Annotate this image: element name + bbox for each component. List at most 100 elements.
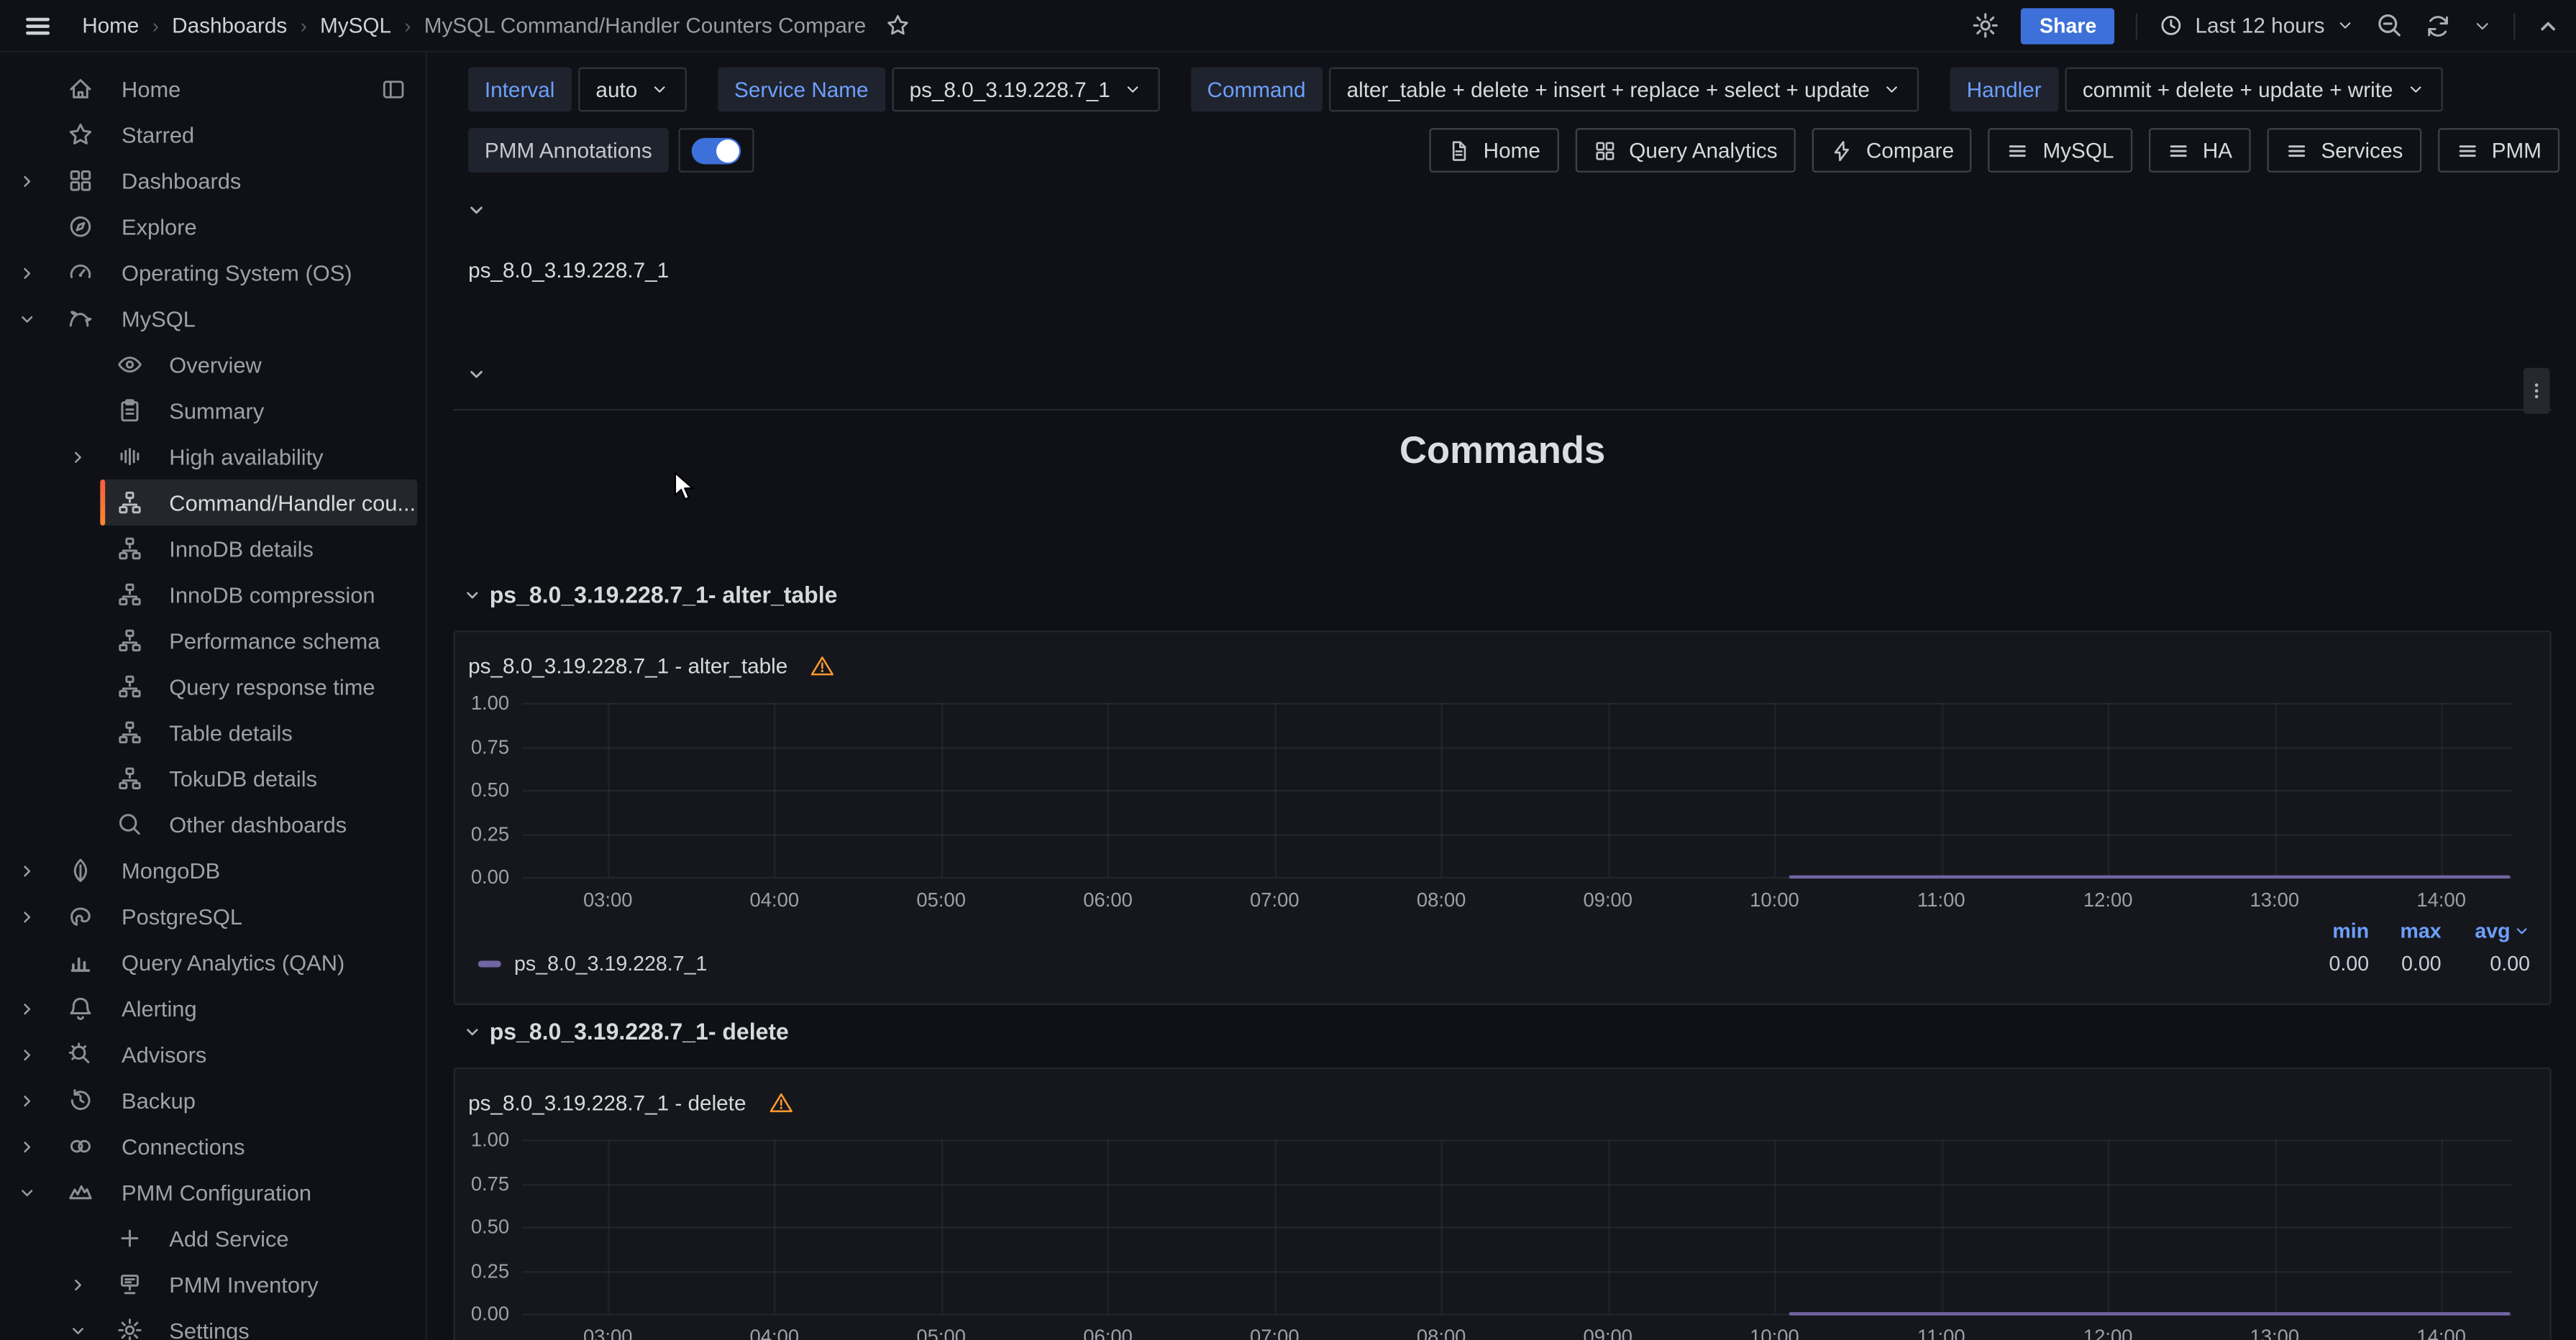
row-collapse-chevron[interactable]: [467, 201, 486, 220]
refresh-icon[interactable]: [2425, 12, 2452, 39]
house-icon: [68, 75, 94, 102]
sidebar-item-alerting[interactable]: Alerting: [0, 986, 426, 1032]
leaf-icon: [68, 857, 94, 884]
sidebar-item-add-service[interactable]: Add Service: [0, 1215, 426, 1261]
sidebar-item-command-handler-cou[interactable]: Command/Handler cou...: [0, 479, 426, 526]
sidebar-item-high-availability[interactable]: High availability: [0, 433, 426, 479]
sidebar-item-label: PMM Inventory: [169, 1272, 318, 1296]
filter-value: commit + delete + update + write: [2083, 77, 2393, 101]
gear-icon[interactable]: [1972, 12, 2000, 40]
chart-plot-area[interactable]: [522, 703, 2511, 877]
sidebar-item-label: Backup: [122, 1088, 196, 1112]
zoomout-icon: [2375, 12, 2403, 40]
panel-header[interactable]: ps_8.0_3.19.228.7_1 - alter_table: [455, 633, 2550, 685]
warning-icon[interactable]: [769, 1090, 793, 1114]
x-axis-tick: 14:00: [2416, 889, 2466, 912]
cog-icon: [117, 1317, 143, 1340]
chevdown-icon: [18, 310, 36, 328]
chevron-down-icon[interactable]: [2472, 16, 2492, 35]
row-collapse-chevron[interactable]: [467, 364, 486, 384]
x-axis-tick: 11:00: [1917, 1326, 1965, 1340]
sidebar-item-pmm-configuration[interactable]: PMM Configuration: [0, 1170, 426, 1216]
sidebar-item-performance-schema[interactable]: Performance schema: [0, 618, 426, 664]
link-button-label: Compare: [1866, 138, 1954, 162]
link-button-pmm[interactable]: PMM: [2437, 128, 2559, 173]
link-button-label: HA: [2203, 138, 2232, 162]
apps-icon: [68, 168, 94, 194]
filter-value-dropdown[interactable]: commit + delete + update + write: [2065, 68, 2442, 112]
y-axis-tick: 0.75: [455, 735, 509, 758]
sidebar-item-connections[interactable]: Connections: [0, 1124, 426, 1170]
sidebar-item-other-dashboards[interactable]: Other dashboards: [0, 802, 426, 848]
chevron-up-icon[interactable]: [2536, 14, 2559, 37]
sidebar-item-backup[interactable]: Backup: [0, 1078, 426, 1124]
refresh-icon: [2425, 12, 2452, 39]
sidebar-item-label: Other dashboards: [169, 812, 347, 837]
link-button-query-analytics[interactable]: Query Analytics: [1575, 128, 1796, 173]
breadcrumb-item-home[interactable]: Home: [82, 13, 139, 37]
compass-icon: [68, 214, 94, 240]
star-icon[interactable]: [886, 13, 910, 37]
filter-handler: Handler commit + delete + update + write: [1950, 68, 2442, 112]
x-axis-tick: 08:00: [1417, 889, 1466, 912]
commands-title: Commands: [454, 410, 2552, 473]
section-header-0[interactable]: ps_8.0_3.19.228.7_1- alter_table: [463, 582, 837, 608]
panel-header[interactable]: ps_8.0_3.19.228.7_1 - delete: [455, 1069, 2550, 1121]
sidebar-item-label: Explore: [122, 214, 197, 239]
sidebar-item-advisors[interactable]: Advisors: [0, 1032, 426, 1078]
filter-value-dropdown[interactable]: ps_8.0_3.19.228.7_1: [892, 68, 1160, 112]
filter-label: Handler: [1950, 68, 2058, 112]
link-button-services[interactable]: Services: [2267, 128, 2421, 173]
filter-value-dropdown[interactable]: alter_table + delete + insert + replace …: [1329, 68, 1919, 112]
sidebar-item-innodb-details[interactable]: InnoDB details: [0, 526, 426, 572]
chart-plot-area[interactable]: [522, 1139, 2511, 1313]
sidebar-item-dashboards[interactable]: Dashboards: [0, 157, 426, 203]
link-button-home[interactable]: Home: [1429, 128, 1558, 173]
legend-column-max[interactable]: max: [2369, 914, 2442, 945]
section-header-1[interactable]: ps_8.0_3.19.228.7_1- delete: [463, 1018, 789, 1045]
sidebar-item-overview[interactable]: Overview: [0, 341, 426, 387]
apps-icon: [1593, 139, 1616, 162]
breadcrumb-item-mysql[interactable]: MySQL: [320, 13, 391, 37]
sidebar-item-operating-system-os[interactable]: Operating System (OS): [0, 249, 426, 295]
filter-value: auto: [595, 77, 637, 101]
x-axis-tick: 04:00: [750, 889, 800, 912]
filter-value-dropdown[interactable]: auto: [577, 68, 686, 112]
sidebar-item-mysql[interactable]: MySQL: [0, 295, 426, 341]
panel-title: ps_8.0_3.19.228.7_1 - alter_table: [468, 653, 787, 677]
link-button-compare[interactable]: Compare: [1812, 128, 1973, 173]
warning-icon[interactable]: [810, 653, 835, 677]
share-button[interactable]: Share: [2022, 7, 2115, 43]
sidebar-item-postgresql[interactable]: PostgreSQL: [0, 894, 426, 940]
y-axis-tick: 1.00: [455, 1128, 509, 1151]
legend-column-min[interactable]: min: [2297, 914, 2370, 945]
chevright-icon: [18, 861, 36, 879]
link-button-mysql[interactable]: MySQL: [1988, 128, 2132, 173]
sidebar-item-query-analytics-qan[interactable]: Query Analytics (QAN): [0, 940, 426, 986]
sidebar-item-starred[interactable]: Starred: [0, 111, 426, 157]
legend-column-avg[interactable]: avg: [2442, 914, 2530, 945]
panel-menu-kebab-icon[interactable]: [2524, 368, 2550, 414]
sidebar-item-home[interactable]: Home: [0, 65, 426, 111]
sidebar-item-pmm-inventory[interactable]: PMM Inventory: [0, 1261, 426, 1307]
search-icon: [117, 812, 143, 838]
sidebar-item-mongodb[interactable]: MongoDB: [0, 848, 426, 894]
sidebar-item-explore[interactable]: Explore: [0, 203, 426, 249]
pmm-annotations-toggle[interactable]: [678, 128, 754, 173]
time-range-picker[interactable]: Last 12 hours: [2159, 13, 2354, 37]
link-button-ha[interactable]: HA: [2148, 128, 2250, 173]
sidebar-item-summary[interactable]: Summary: [0, 387, 426, 433]
menu-icon[interactable]: [23, 11, 52, 40]
sidebar-item-settings[interactable]: Settings: [0, 1307, 426, 1340]
chevright-icon: [18, 1091, 36, 1109]
legend-series[interactable]: ps_8.0_3.19.228.7_1: [468, 947, 2297, 978]
sidebar-item-query-response-time[interactable]: Query response time: [0, 664, 426, 710]
breadcrumb-item-dashboards[interactable]: Dashboards: [172, 13, 287, 37]
zoom-out-icon[interactable]: [2375, 12, 2403, 40]
sidebar-item-innodb-compression[interactable]: InnoDB compression: [0, 572, 426, 618]
x-axis-tick: 07:00: [1250, 889, 1300, 912]
dock-icon[interactable]: [381, 76, 406, 101]
annotations-row: PMM Annotations: [468, 128, 754, 173]
sidebar-item-tokudb-details[interactable]: TokuDB details: [0, 756, 426, 802]
sidebar-item-table-details[interactable]: Table details: [0, 710, 426, 756]
